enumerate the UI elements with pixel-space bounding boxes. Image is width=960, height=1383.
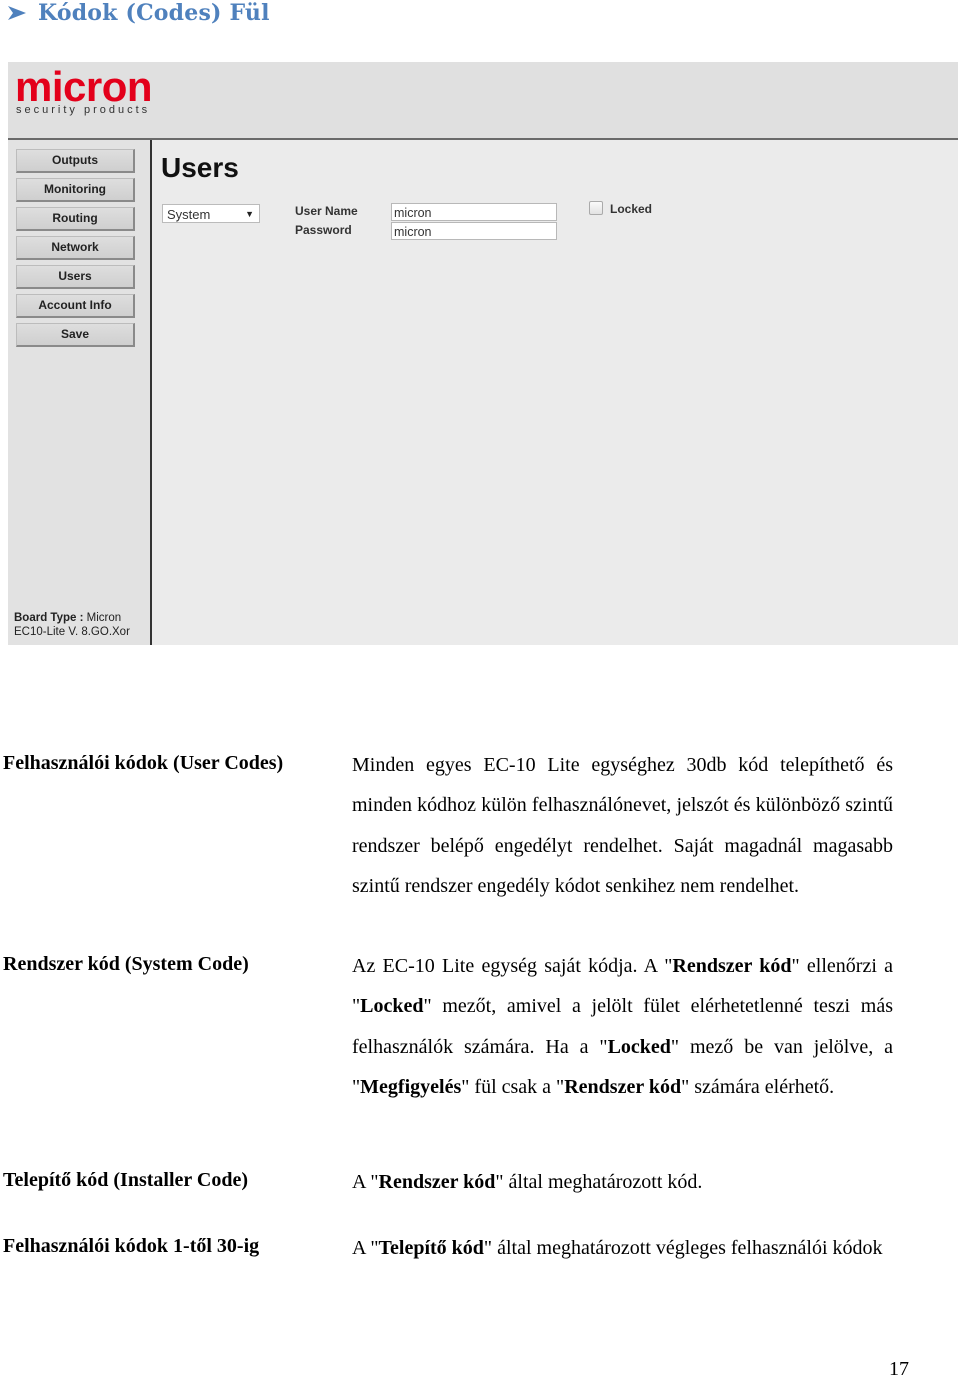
sidebar-item-outputs[interactable]: Outputs	[16, 149, 135, 173]
sidebar-nav: Outputs Monitoring Routing Network Users…	[8, 140, 152, 645]
text-run: " fül csak a "	[461, 1075, 565, 1098]
desc-system-code: Az EC-10 Lite egység saját kódja. A "Ren…	[352, 946, 893, 1107]
page-title: Users	[161, 152, 239, 183]
text-run: A "	[352, 1237, 379, 1259]
term-user-codes-range: Felhasználói kódok 1-től 30-ig	[3, 1235, 260, 1257]
username-label: User Name	[295, 204, 358, 218]
emphasis-text: Telepítő kód	[378, 1237, 484, 1259]
term-user-codes: Felhasználói kódok (User Codes)	[3, 752, 284, 774]
emphasis-text: Megfigyelés	[360, 1075, 462, 1098]
section-title: Kódok (Codes) Fül	[38, 0, 270, 26]
locked-checkbox[interactable]	[589, 201, 603, 215]
board-type-label: Board Type :	[14, 612, 84, 624]
sidebar-item-account-info[interactable]: Account Info	[16, 294, 135, 318]
web-ui-screenshot: micron security products Outputs Monitor…	[8, 62, 958, 645]
page-number: 17	[889, 1358, 909, 1380]
board-info: Board Type : Micron EC10-Lite V. 8.GO.Xo…	[14, 611, 130, 639]
term-installer-code: Telepítő kód (Installer Code)	[3, 1169, 249, 1191]
sidebar-item-users[interactable]: Users	[16, 265, 135, 289]
save-button[interactable]: Save	[16, 323, 135, 347]
emphasis-text: Rendszer kód	[564, 1075, 682, 1098]
desc-user-codes: Minden egyes EC-10 Lite egységhez 30db k…	[352, 754, 893, 897]
text-run: " által meghatározott kód.	[495, 1171, 703, 1193]
sidebar-item-network[interactable]: Network	[16, 236, 135, 260]
password-label: Password	[295, 223, 352, 237]
ui-header: micron security products	[8, 62, 958, 140]
sidebar-item-routing[interactable]: Routing	[16, 207, 135, 231]
text-run: " által meghatározott végleges felhaszná…	[483, 1237, 883, 1259]
emphasis-text: Locked	[360, 995, 424, 1018]
firmware-version: EC10-Lite V. 8.GO.Xor	[14, 626, 130, 638]
password-field[interactable]: micron	[391, 222, 557, 240]
users-panel: Users System ▼ User Name Password micron…	[152, 140, 958, 645]
emphasis-text: Locked	[607, 1035, 671, 1058]
text-run: " számára elérhető.	[681, 1075, 835, 1098]
desc-installer-code: A "Rendszer kód" által meghatározott kód…	[352, 1162, 893, 1202]
locked-label: Locked	[610, 202, 653, 216]
text-run: Az EC-10 Lite egység saját kódja. A "	[352, 955, 673, 977]
emphasis-text: Rendszer kód	[672, 955, 792, 977]
text-run: A "	[352, 1171, 379, 1193]
logo-tagline: security products	[16, 104, 151, 116]
user-select[interactable]: System ▼	[162, 204, 260, 223]
chevron-down-icon: ▼	[245, 209, 254, 219]
sidebar-item-monitoring[interactable]: Monitoring	[16, 178, 135, 202]
section-heading: Kódok (Codes) Fül	[6, 0, 270, 28]
username-field[interactable]: micron	[391, 203, 557, 221]
desc-user-codes-range: A "Telepítő kód" által meghatározott vég…	[352, 1234, 893, 1262]
board-type-value: Micron	[86, 612, 122, 624]
emphasis-text: Rendszer kód	[378, 1171, 496, 1193]
user-select-value: System	[167, 207, 211, 222]
micron-logo: micron	[15, 63, 153, 110]
term-system-code: Rendszer kód (System Code)	[3, 953, 249, 975]
arrow-bullet-icon	[6, 2, 28, 24]
